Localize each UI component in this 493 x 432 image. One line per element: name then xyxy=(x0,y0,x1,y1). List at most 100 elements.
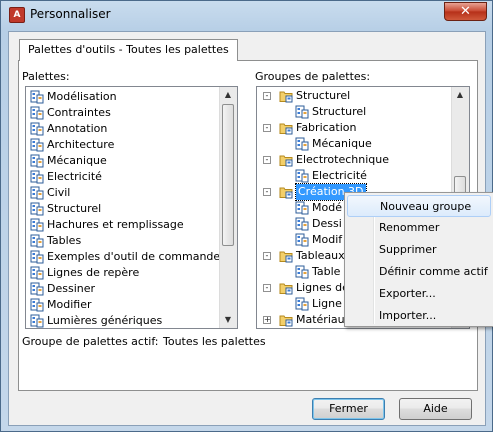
tool-palette-icon xyxy=(295,201,309,215)
tree-group-node[interactable]: - Structurel xyxy=(257,88,452,104)
palette-list-item[interactable]: Civil xyxy=(26,185,216,201)
context-menu-item-label: Nouveau groupe xyxy=(380,200,472,213)
tool-palette-icon xyxy=(295,233,309,247)
palette-list-item[interactable]: Electricité xyxy=(26,169,216,185)
palettes-list[interactable]: Modélisation Contraintes Annotation Archite… xyxy=(25,86,238,329)
palette-list-item-label: Dessiner xyxy=(47,282,96,295)
palette-list-item-label: Lignes de repère xyxy=(47,266,140,279)
palette-list-item-label: Electricité xyxy=(47,170,102,183)
tool-palette-icon xyxy=(30,170,44,184)
palette-group-folder-icon xyxy=(279,281,293,295)
palette-group-folder-icon xyxy=(279,249,293,263)
tool-palette-icon xyxy=(295,217,309,231)
palette-list-item[interactable]: Structurel xyxy=(26,201,216,217)
tree-node-label: Tableaux xyxy=(296,249,345,262)
tree-group-node[interactable]: - Electrotechnique xyxy=(257,152,452,168)
tree-palette-node[interactable]: Electricité xyxy=(257,168,452,184)
context-menu-item[interactable]: Supprimer xyxy=(347,239,491,261)
tool-palette-icon xyxy=(30,298,44,312)
active-group-value: Toutes les palettes xyxy=(163,335,266,348)
close-dialog-button[interactable]: Fermer xyxy=(312,398,385,420)
palette-list-item[interactable]: Lignes de repère xyxy=(26,265,216,281)
expand-icon[interactable]: + xyxy=(263,316,271,324)
context-menu: Nouveau groupe Renommer Supprimer Définir c… xyxy=(344,192,493,327)
palette-list-item[interactable]: Hachures et remplissage xyxy=(26,217,216,233)
palette-list-item[interactable]: Annotation xyxy=(26,121,216,137)
palette-list-item[interactable]: Contraintes xyxy=(26,105,216,121)
palette-group-folder-icon xyxy=(279,153,293,167)
tool-palette-icon xyxy=(295,169,309,183)
tree-node-label: Electricité xyxy=(312,169,367,182)
context-menu-item-label: Supprimer xyxy=(379,243,437,256)
tree-palette-node[interactable]: Mécanique xyxy=(257,136,452,152)
palette-groups-label: Groupes de palettes: xyxy=(255,70,371,83)
tree-node-label: Fabrication xyxy=(296,121,357,134)
palette-list-item-label: Tables xyxy=(47,234,82,247)
palette-list-item[interactable]: Modifier xyxy=(26,297,216,313)
context-menu-item[interactable]: Nouveau groupe xyxy=(347,195,491,217)
collapse-icon[interactable]: - xyxy=(263,188,271,196)
palette-list-item[interactable]: Exemples d'outil de commande xyxy=(26,249,220,265)
tool-palette-icon xyxy=(30,250,44,264)
scroll-up-arrow-icon[interactable]: ▲ xyxy=(452,87,468,103)
palette-list-item-label: Civil xyxy=(47,186,71,199)
palette-group-folder-icon xyxy=(279,185,293,199)
collapse-icon[interactable]: - xyxy=(263,124,271,132)
palette-list-item-label: Contraintes xyxy=(47,106,111,119)
tree-group-node[interactable]: - Fabrication xyxy=(257,120,452,136)
tool-palette-icon xyxy=(30,282,44,296)
tool-palette-icon xyxy=(30,138,44,152)
collapse-icon[interactable]: - xyxy=(263,252,271,260)
palette-list-item-label: Modélisation xyxy=(47,90,117,103)
palette-list-item[interactable]: Mécanique xyxy=(26,153,216,169)
tool-palette-icon xyxy=(30,234,44,248)
palette-group-folder-icon xyxy=(279,313,293,327)
tree-node-label: Electrotechnique xyxy=(296,153,389,166)
tab-tool-palettes[interactable]: Palettes d'outils - Toutes les palettes xyxy=(19,39,238,61)
tree-node-label: Table xyxy=(312,265,341,278)
tree-node-label: Structurel xyxy=(296,89,351,102)
tree-node-label: Mécanique xyxy=(312,137,372,150)
autocad-app-icon: A xyxy=(9,7,25,23)
palette-list-item-label: Modifier xyxy=(47,298,92,311)
context-menu-item-label: Exporter... xyxy=(379,287,436,300)
tool-palette-icon xyxy=(295,105,309,119)
tool-palette-icon xyxy=(30,314,44,328)
tree-node-label: Modé xyxy=(312,201,342,214)
tool-palette-icon xyxy=(30,154,44,168)
tool-palette-icon xyxy=(30,266,44,280)
help-button[interactable]: Aide xyxy=(399,398,472,420)
collapse-icon[interactable]: - xyxy=(263,284,271,292)
tree-node-label: Modif xyxy=(312,233,343,246)
context-menu-item-label: Définir comme actif xyxy=(379,265,488,278)
context-menu-item[interactable]: Importer... xyxy=(347,305,491,327)
tree-node-label: Matériaux xyxy=(296,313,352,326)
palettes-label: Palettes: xyxy=(22,70,70,83)
collapse-icon[interactable]: - xyxy=(263,156,271,164)
window-title: Personnaliser xyxy=(30,7,111,21)
scroll-down-arrow-icon[interactable]: ▼ xyxy=(220,312,236,328)
palette-list-item[interactable]: Tables xyxy=(26,233,216,249)
close-button[interactable]: ✕ xyxy=(444,2,487,21)
collapse-icon[interactable]: - xyxy=(263,92,271,100)
context-menu-item[interactable]: Renommer xyxy=(347,217,491,239)
palette-list-item[interactable]: Lumières génériques xyxy=(26,313,216,328)
palettes-scrollbar[interactable]: ▲ ▼ xyxy=(219,87,237,328)
tool-palette-icon xyxy=(30,122,44,136)
scroll-thumb[interactable] xyxy=(222,104,234,246)
context-menu-item[interactable]: Exporter... xyxy=(347,283,491,305)
tree-palette-node[interactable]: Structurel xyxy=(257,104,452,120)
tool-palette-icon xyxy=(30,106,44,120)
palette-group-folder-icon xyxy=(279,121,293,135)
scroll-up-arrow-icon[interactable]: ▲ xyxy=(220,87,236,103)
palette-list-item[interactable]: Dessiner xyxy=(26,281,216,297)
palette-list-item-label: Structurel xyxy=(47,202,102,215)
tool-palette-icon xyxy=(295,297,309,311)
palette-list-item-label: Mécanique xyxy=(47,154,107,167)
tool-palette-icon xyxy=(30,90,44,104)
palette-list-item[interactable]: Modélisation xyxy=(26,89,216,105)
title-bar[interactable]: A Personnaliser ✕ xyxy=(1,1,492,29)
context-menu-item[interactable]: Définir comme actif xyxy=(347,261,491,283)
context-menu-item-label: Importer... xyxy=(379,309,437,322)
palette-list-item[interactable]: Architecture xyxy=(26,137,216,153)
